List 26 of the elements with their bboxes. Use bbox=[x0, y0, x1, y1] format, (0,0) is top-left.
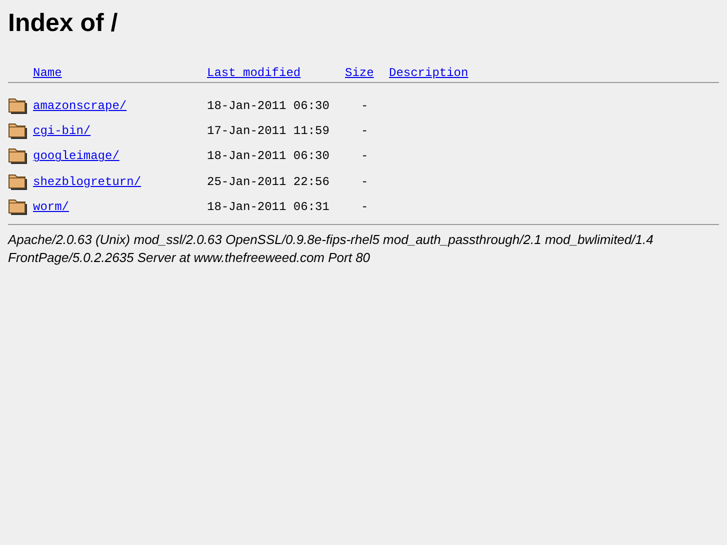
file-size: - bbox=[361, 98, 368, 113]
folder-icon bbox=[8, 198, 28, 216]
modified-date: 18-Jan-2011 06:31 bbox=[207, 200, 330, 214]
server-signature: Apache/2.0.63 (Unix) mod_ssl/2.0.63 OpenSSL/0.9.8e-fips-rhel5 mod_auth_passthrough/2.1 mod_bwlimited/1.4 FrontPage/5.0.2.2635 Server at www.thefreeweed.com Port 80 bbox=[8, 230, 654, 267]
file-size: - bbox=[361, 124, 368, 138]
folder-link[interactable]: googleimage/ bbox=[33, 149, 120, 164]
folder-icon bbox=[8, 122, 28, 140]
file-size: - bbox=[361, 149, 368, 164]
folder-icon bbox=[8, 96, 28, 115]
file-size: - bbox=[361, 200, 368, 214]
folder-link[interactable]: shezblogreturn/ bbox=[33, 174, 142, 189]
folder-link[interactable]: worm/ bbox=[33, 200, 70, 214]
folder-link[interactable]: amazonscrape/ bbox=[33, 98, 127, 113]
description-sort-link[interactable]: Description bbox=[389, 66, 468, 80]
folder-icon bbox=[8, 147, 28, 166]
modified-date: 17-Jan-2011 11:59 bbox=[207, 124, 330, 138]
modified-date: 18-Jan-2011 06:30 bbox=[207, 98, 330, 113]
file-size: - bbox=[361, 174, 368, 189]
size-sort-link[interactable]: Size bbox=[345, 66, 374, 80]
modified-date: 18-Jan-2011 06:30 bbox=[207, 149, 330, 164]
modified-date: 25-Jan-2011 22:56 bbox=[207, 174, 330, 189]
page-title: Index of / bbox=[8, 8, 119, 38]
folder-link[interactable]: cgi-bin/ bbox=[33, 124, 91, 138]
folder-icon bbox=[8, 172, 28, 191]
name-sort-link[interactable]: Name bbox=[33, 66, 62, 80]
modified-sort-link[interactable]: Last modified bbox=[207, 66, 301, 80]
